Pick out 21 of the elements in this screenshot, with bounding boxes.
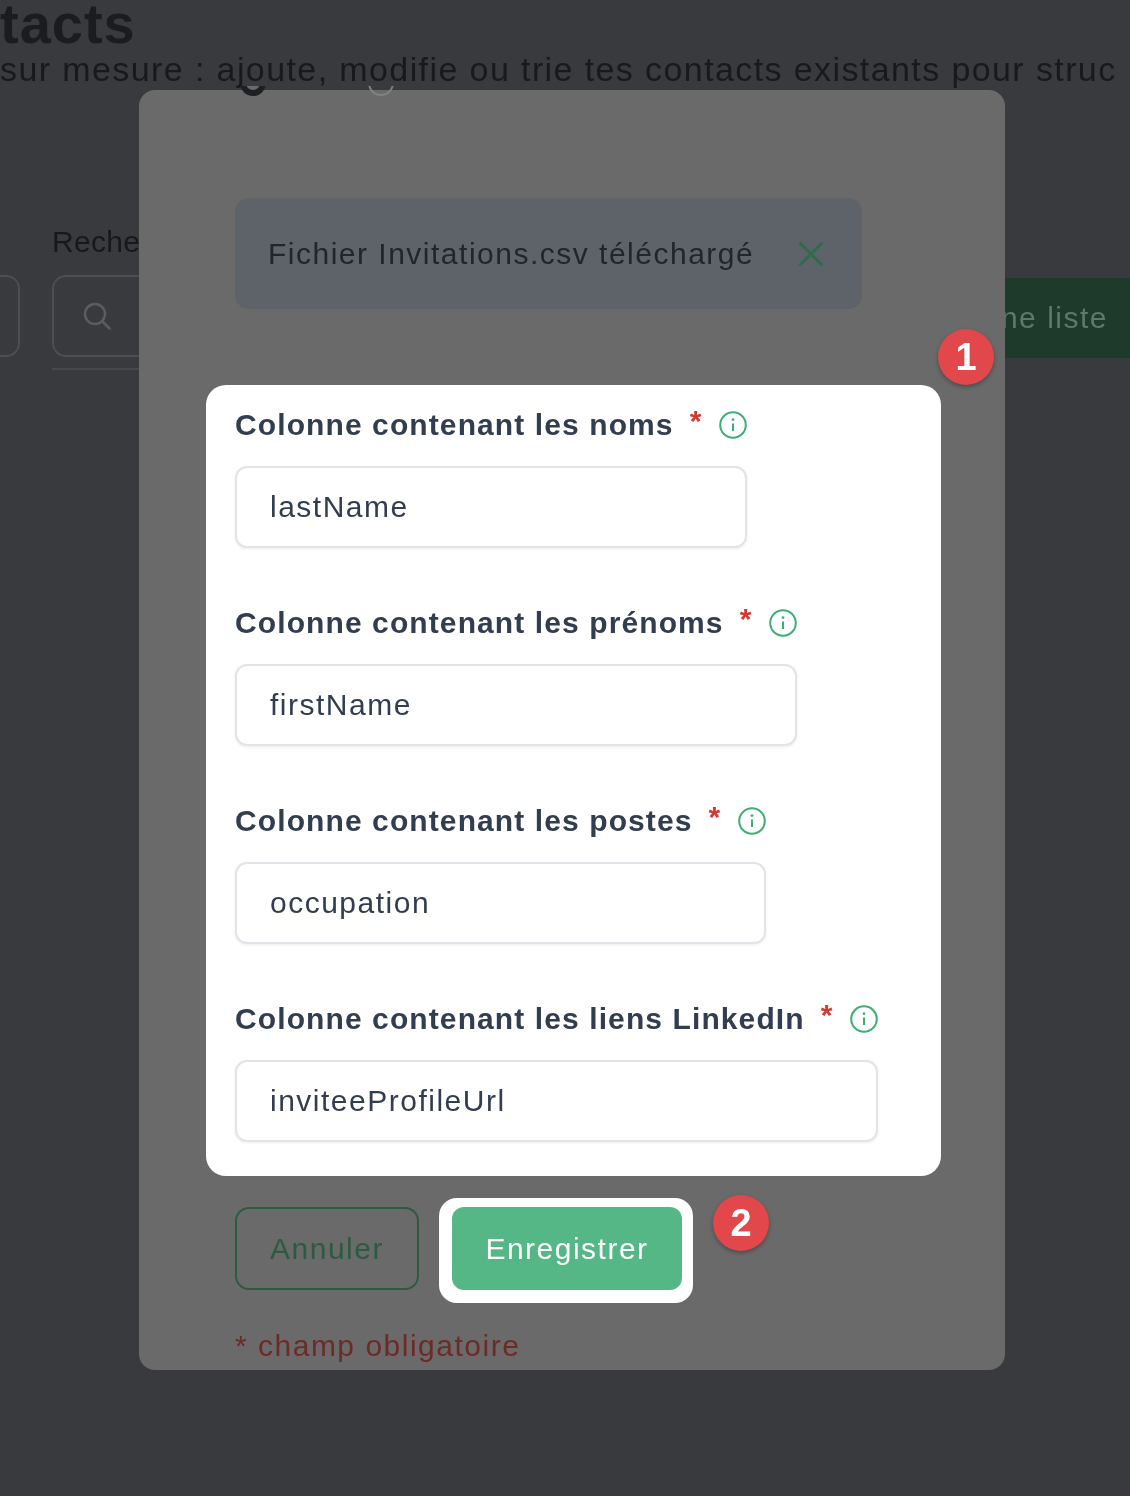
field-label: Colonne contenant les liens LinkedIn	[235, 1001, 805, 1037]
input-field[interactable]: inviteeProfileUrl	[235, 1060, 879, 1142]
required-mark: *	[689, 407, 702, 435]
required-mark: *	[708, 803, 721, 831]
input-field[interactable]: lastName	[235, 466, 748, 548]
info-icon[interactable]	[738, 807, 767, 835]
step-badge: 2	[713, 1195, 769, 1251]
search-icon	[83, 302, 111, 330]
required-mark: *	[820, 1001, 833, 1029]
required-mark: *	[739, 605, 752, 633]
info-icon[interactable]	[769, 609, 798, 637]
step-badge: 1	[938, 329, 994, 385]
required-note: * champ obligatoire	[235, 1328, 521, 1364]
input-field[interactable]: firstName	[235, 664, 798, 746]
field-label: Colonne contenant les postes	[235, 803, 693, 839]
banner-text: Fichier Invitations.csv téléchargé	[268, 236, 755, 271]
field-label: Colonne contenant les noms	[235, 407, 674, 443]
info-icon[interactable]	[719, 411, 748, 439]
field-label: Colonne contenant les prénoms	[235, 605, 724, 641]
input-field[interactable]: occupation	[235, 862, 767, 944]
info-icon[interactable]	[850, 1005, 879, 1033]
